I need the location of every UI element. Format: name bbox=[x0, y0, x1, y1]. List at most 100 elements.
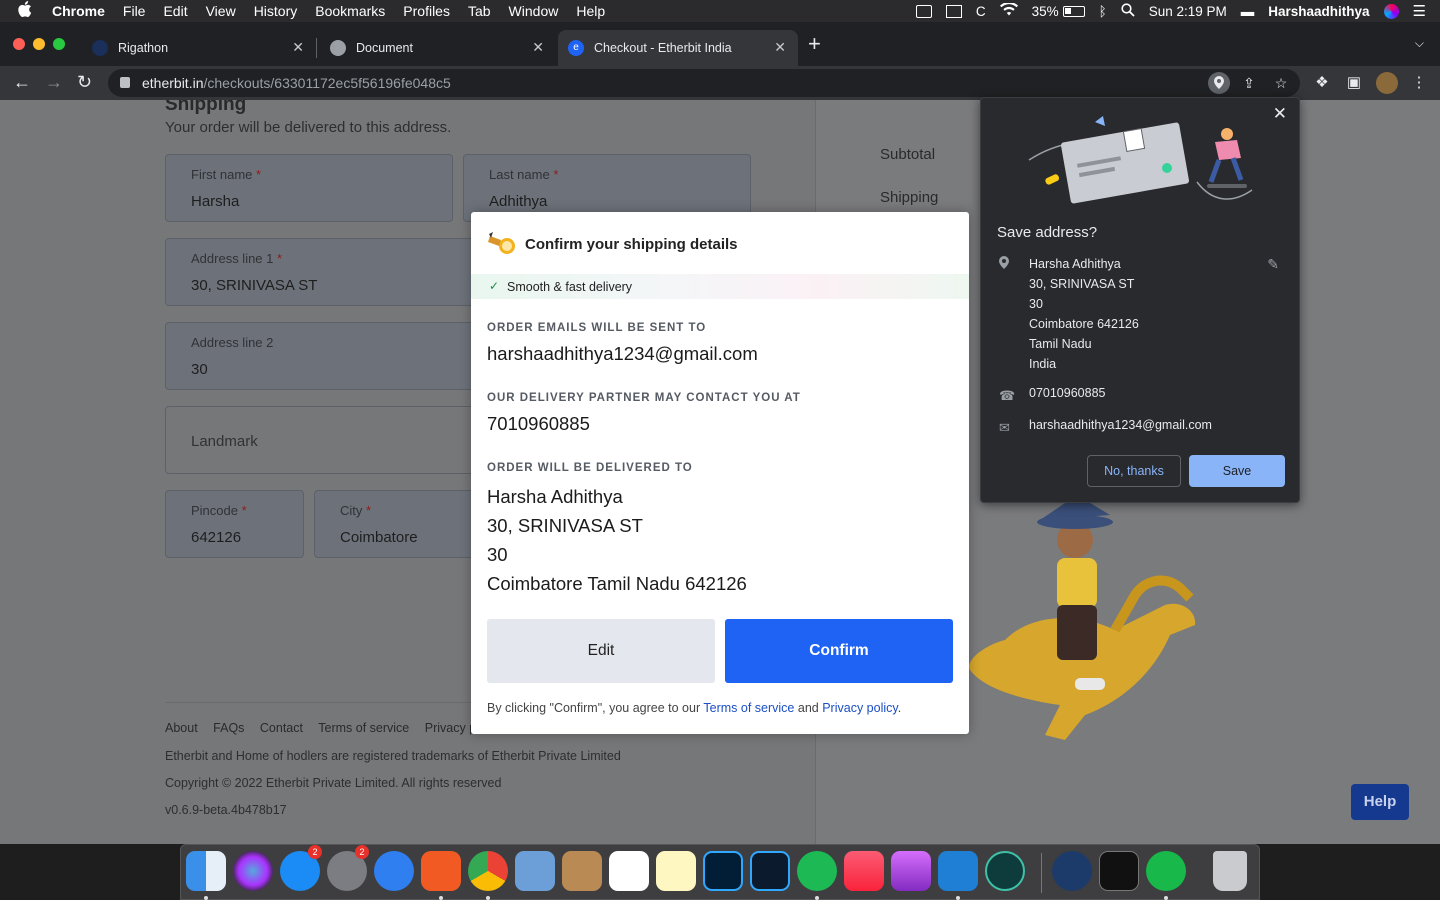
menu-tab[interactable]: Tab bbox=[468, 3, 491, 19]
help-button[interactable]: Help bbox=[1351, 784, 1409, 820]
battery-icon[interactable] bbox=[1062, 5, 1085, 17]
running-indicator bbox=[815, 896, 819, 900]
save-button[interactable]: Save bbox=[1189, 455, 1285, 487]
menu-clock[interactable]: Sun 2:19 PM bbox=[1149, 4, 1227, 19]
terms-suffix: . bbox=[897, 701, 902, 715]
music-icon[interactable] bbox=[844, 851, 884, 891]
menu-edit[interactable]: Edit bbox=[163, 3, 187, 19]
new-tab-button[interactable]: + bbox=[808, 33, 821, 55]
url-text[interactable]: etherbit.in/checkouts/63301172ec5f56196f… bbox=[142, 75, 451, 91]
bookmark-star-icon[interactable]: ☆ bbox=[1272, 74, 1290, 92]
no-thanks-button[interactable]: No, thanks bbox=[1087, 455, 1181, 487]
terms-and: and bbox=[797, 701, 819, 715]
save-address-title: Save address? bbox=[997, 224, 1098, 241]
first-name-field[interactable]: First name * Harsha bbox=[165, 154, 453, 222]
sync-icon[interactable]: C bbox=[976, 4, 986, 19]
location-pin-icon[interactable] bbox=[1208, 72, 1230, 94]
menu-user-name[interactable]: Harshaadhithya bbox=[1268, 4, 1369, 19]
address-line: 30 bbox=[487, 544, 508, 565]
menu-window[interactable]: Window bbox=[509, 3, 559, 19]
field-label: Address line 2 bbox=[191, 335, 274, 350]
address-bar[interactable]: etherbit.in/checkouts/63301172ec5f56196f… bbox=[108, 69, 1300, 97]
calendar-icon[interactable] bbox=[609, 851, 649, 891]
saved-address: Harsha Adhithya 30, SRINIVASA ST 30 Coim… bbox=[1029, 254, 1139, 374]
siri-icon[interactable] bbox=[233, 851, 273, 891]
tab-document[interactable]: Document ✕ bbox=[320, 30, 556, 66]
confirm-button[interactable]: Confirm bbox=[725, 619, 953, 683]
close-icon[interactable]: ✕ bbox=[774, 39, 786, 56]
menu-app-name[interactable]: Chrome bbox=[52, 3, 105, 19]
tab-title: Document bbox=[356, 41, 413, 55]
lock-icon[interactable] bbox=[120, 77, 130, 88]
menu-bar-status-area: C 35% ᛒ Sun 2:19 PM ▬ Harshaadhithya ☰ bbox=[915, 0, 1440, 22]
privacy-policy-link[interactable]: Privacy policy bbox=[822, 701, 897, 715]
gitkraken-icon[interactable] bbox=[985, 851, 1025, 891]
spotlight-search-icon[interactable] bbox=[1121, 2, 1135, 20]
menu-help[interactable]: Help bbox=[576, 3, 605, 19]
menu-bookmarks[interactable]: Bookmarks bbox=[315, 3, 385, 19]
safari-icon[interactable] bbox=[374, 851, 414, 891]
lightroom-icon[interactable] bbox=[750, 851, 790, 891]
close-icon[interactable]: ✕ bbox=[532, 39, 544, 56]
close-icon[interactable]: ✕ bbox=[1273, 104, 1287, 124]
footer-link-faqs[interactable]: FAQs bbox=[213, 721, 244, 735]
terms-text: By clicking "Confirm", you agree to our … bbox=[487, 701, 901, 715]
preview-icon[interactable] bbox=[515, 851, 555, 891]
notes-icon[interactable] bbox=[656, 851, 696, 891]
spotify-icon[interactable] bbox=[797, 851, 837, 891]
remote-desktop-icon[interactable] bbox=[1146, 851, 1186, 891]
menu-file[interactable]: File bbox=[123, 3, 146, 19]
window-close-button[interactable] bbox=[13, 38, 25, 50]
saved-phone: 07010960885 bbox=[1029, 386, 1106, 400]
window-minimize-button[interactable] bbox=[33, 38, 45, 50]
terms-of-service-link[interactable]: Terms of service bbox=[703, 701, 794, 715]
share-icon[interactable]: ⇪ bbox=[1240, 74, 1258, 92]
wifi-icon[interactable] bbox=[999, 1, 1018, 19]
control-strip-icon[interactable] bbox=[945, 4, 962, 18]
window-zoom-button[interactable] bbox=[53, 38, 65, 50]
url-path: /checkouts/63301172ec5f56196fe048c5 bbox=[203, 75, 451, 91]
tab-rigathon[interactable]: Rigathon ✕ bbox=[84, 30, 316, 66]
reload-button[interactable]: ↻ bbox=[77, 72, 92, 92]
photoshop-icon[interactable] bbox=[703, 851, 743, 891]
profile-avatar[interactable] bbox=[1376, 72, 1398, 94]
back-button[interactable]: ← bbox=[13, 72, 31, 92]
finder-icon[interactable] bbox=[186, 851, 226, 891]
running-indicator bbox=[956, 896, 960, 900]
terminal-icon[interactable] bbox=[1099, 851, 1139, 891]
footer-link-terms[interactable]: Terms of service bbox=[318, 721, 409, 735]
menu-view[interactable]: View bbox=[206, 3, 236, 19]
pencil-edit-icon[interactable]: ✎ bbox=[1267, 256, 1279, 273]
quicktime-icon[interactable] bbox=[1052, 851, 1092, 891]
edit-button[interactable]: Edit bbox=[487, 619, 715, 683]
podcasts-icon[interactable] bbox=[891, 851, 931, 891]
vscode-icon[interactable] bbox=[938, 851, 978, 891]
menu-history[interactable]: History bbox=[254, 3, 298, 19]
extensions-icon[interactable]: ❖ bbox=[1313, 74, 1331, 92]
address-line: Harsha Adhithya bbox=[1029, 257, 1121, 271]
footer-links: About FAQs Contact Terms of service Priv… bbox=[165, 721, 498, 735]
chrome-menu-icon[interactable]: ⋮ bbox=[1410, 74, 1428, 92]
bluetooth-icon[interactable]: ᛒ bbox=[1099, 4, 1107, 19]
tab-search-chevron-icon[interactable]: ⌵ bbox=[1415, 36, 1424, 51]
brave-icon[interactable] bbox=[421, 851, 461, 891]
forward-button[interactable]: → bbox=[45, 72, 63, 92]
close-icon[interactable]: ✕ bbox=[292, 39, 304, 56]
apple-icon[interactable] bbox=[18, 1, 36, 21]
phone-section-label: OUR DELIVERY PARTNER MAY CONTACT YOU AT bbox=[487, 392, 801, 404]
pincode-field[interactable]: Pincode * 642126 bbox=[165, 490, 304, 558]
chrome-icon[interactable] bbox=[468, 851, 508, 891]
contacts-icon[interactable] bbox=[562, 851, 602, 891]
footer-link-about[interactable]: About bbox=[165, 721, 198, 735]
shipping-label: Shipping bbox=[880, 189, 939, 206]
siri-icon[interactable] bbox=[1383, 3, 1399, 19]
footer-link-contact[interactable]: Contact bbox=[260, 721, 303, 735]
chat-icon[interactable]: ▬ bbox=[1241, 4, 1255, 19]
trash-icon[interactable] bbox=[1213, 851, 1247, 891]
side-panel-icon[interactable]: ▣ bbox=[1345, 74, 1363, 92]
delivery-address: Harsha Adhithya 30, SRINIVASA ST 30 Coim… bbox=[487, 482, 747, 598]
screen-mirroring-icon[interactable] bbox=[915, 4, 932, 18]
menu-profiles[interactable]: Profiles bbox=[403, 3, 450, 19]
control-center-icon[interactable]: ☰ bbox=[1413, 2, 1426, 20]
tab-checkout[interactable]: e Checkout - Etherbit India ✕ bbox=[558, 30, 798, 66]
